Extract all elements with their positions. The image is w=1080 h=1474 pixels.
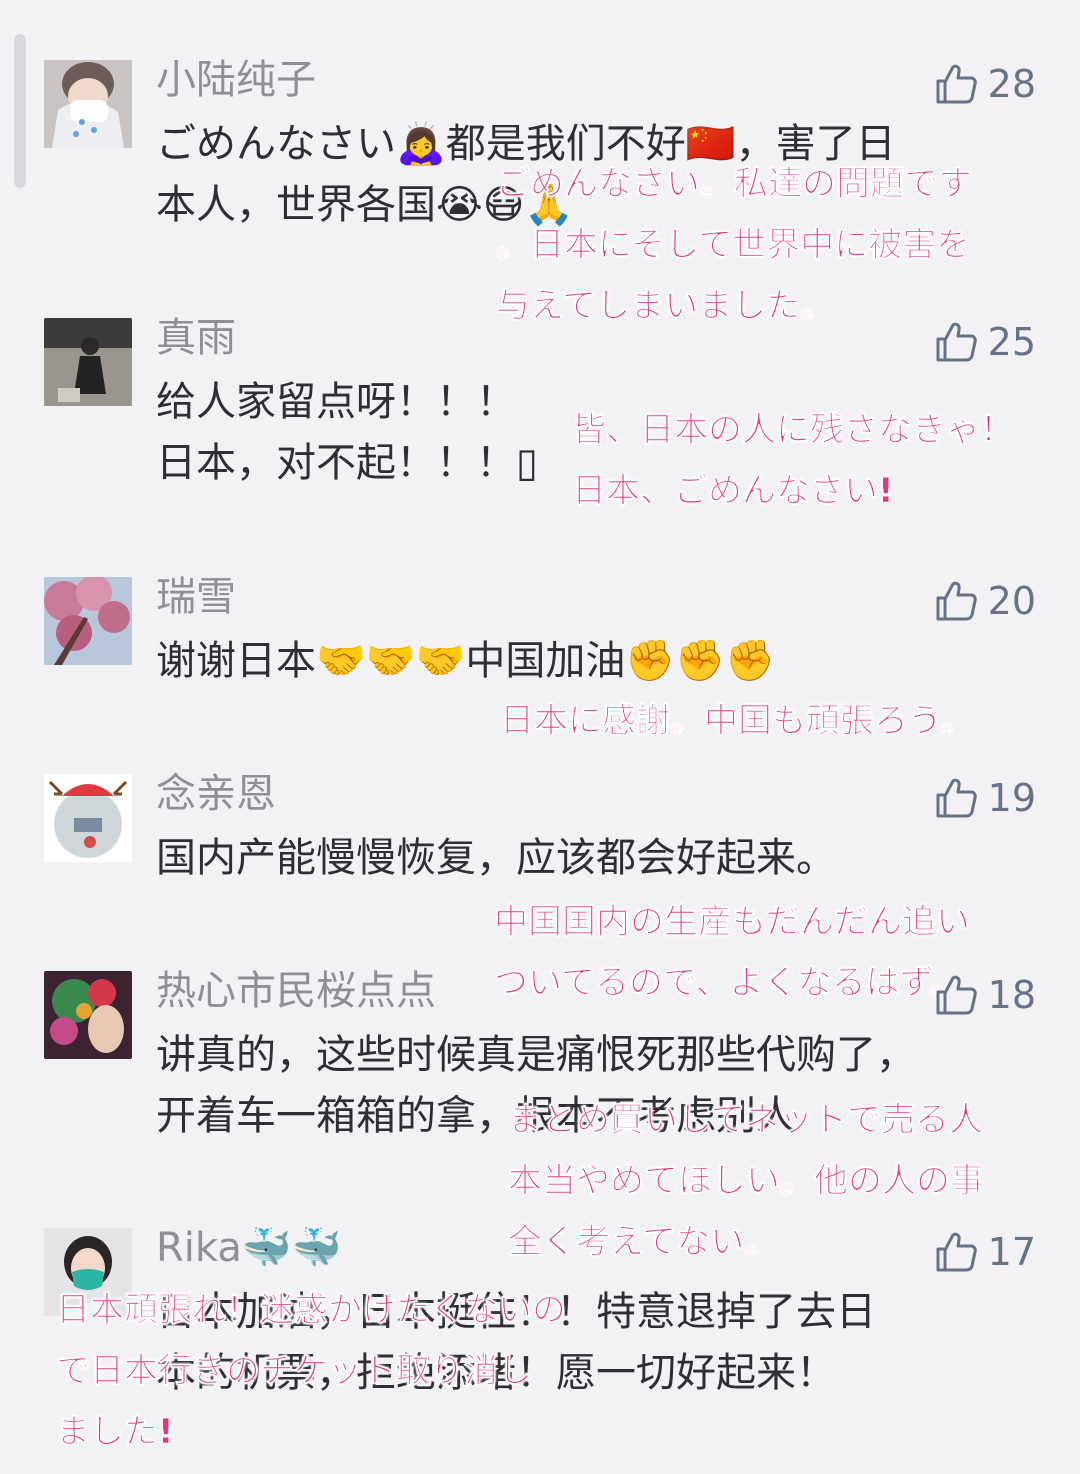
thumbs-up-icon <box>936 64 977 104</box>
translation-overlay-line: 。日本にそして世界中に被害を <box>496 225 971 266</box>
translation-overlay-line: まとめ買いしてネットで売る人 <box>508 1100 983 1141</box>
translation-overlay-line: 皆、日本の人に残さなきゃ！ <box>572 410 1015 451</box>
username[interactable]: Rika🐳🐳 <box>156 1224 342 1272</box>
like-count: 28 <box>987 62 1036 106</box>
like-count: 18 <box>987 973 1036 1017</box>
like-count: 19 <box>987 776 1036 820</box>
translation-overlay-line: ごめんなさい。私達の問題です <box>496 164 973 205</box>
like-button[interactable]: 20 <box>934 577 1036 625</box>
translation-overlay-line: ました! <box>56 1412 174 1453</box>
comment-text-line: 日本，对不起！！！▯ <box>156 440 539 486</box>
avatar[interactable] <box>44 971 132 1059</box>
translation-overlay-line: 本当やめてほしい。他の人の事 <box>508 1161 985 1202</box>
translation-overlay-line: 与えてしまいました。 <box>496 286 835 327</box>
translation-overlay-line: 中国国内の生産もだんだん追い <box>494 902 971 943</box>
username[interactable]: 瑞雪 <box>156 573 236 621</box>
translation-overlay-line: で日本行きのチケット取り消し <box>56 1351 533 1392</box>
translation-overlay-line: 日本頑張れ！迷惑かけたくないの <box>56 1290 567 1331</box>
comment-text-line: 讲真的，这些时候真是痛恨死那些代购了， <box>156 1032 916 1078</box>
like-button[interactable]: 25 <box>934 318 1036 366</box>
like-count: 17 <box>987 1230 1036 1274</box>
scrollbar[interactable] <box>14 34 26 188</box>
translation-overlay-line: 日本に感謝。中国も頑張ろう。 <box>500 701 974 742</box>
avatar[interactable] <box>44 318 132 406</box>
comment-text-line: 谢谢日本🤝🤝🤝中国加油✊✊✊ <box>156 638 775 684</box>
thumbs-up-icon <box>936 581 977 621</box>
comment-text-line: 国内产能慢慢恢复，应该都会好起来。 <box>156 835 836 881</box>
thumbs-up-icon <box>936 778 977 818</box>
avatar[interactable] <box>44 60 132 148</box>
like-button[interactable]: 19 <box>934 774 1036 822</box>
like-button[interactable]: 17 <box>934 1228 1036 1276</box>
like-button[interactable]: 18 <box>934 971 1036 1019</box>
username[interactable]: 热心市民桜点点 <box>156 967 436 1015</box>
like-count: 20 <box>987 579 1036 623</box>
like-button[interactable]: 28 <box>934 60 1036 108</box>
translation-overlay-line: 全く考えてない。 <box>508 1222 779 1263</box>
username[interactable]: 真雨 <box>156 314 236 362</box>
username[interactable]: 小陆纯子 <box>156 56 316 104</box>
translation-overlay-line: ついてるので、よくなるはず。 <box>494 963 965 1004</box>
translation-overlay-line: 日本、ごめんなさい! <box>572 471 894 512</box>
avatar[interactable] <box>44 577 132 665</box>
avatar[interactable] <box>44 774 132 862</box>
comment-text-line: 给人家留点呀！！！ <box>156 379 516 425</box>
thumbs-up-icon <box>936 1232 977 1272</box>
thumbs-up-icon <box>936 975 977 1015</box>
thumbs-up-icon <box>936 322 977 362</box>
like-count: 25 <box>987 320 1036 364</box>
username[interactable]: 念亲恩 <box>156 770 276 818</box>
